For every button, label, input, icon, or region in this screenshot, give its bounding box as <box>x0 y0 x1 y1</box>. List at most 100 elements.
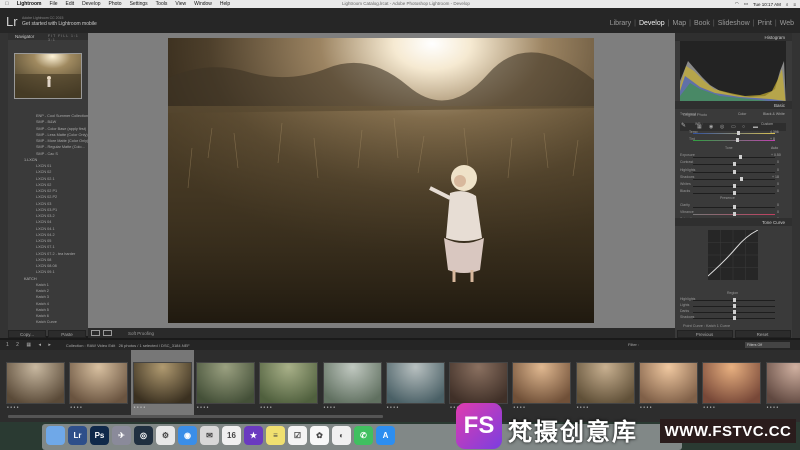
module-print[interactable]: Print <box>754 20 774 27</box>
module-map[interactable]: Map <box>669 20 689 27</box>
module-library[interactable]: Library <box>607 20 634 27</box>
tint-knob[interactable] <box>736 138 739 142</box>
filmstrip-cell[interactable]: ● ● ● ● <box>574 350 637 417</box>
menu-settings[interactable]: Settings <box>130 1 148 7</box>
filmstrip-thumbnail[interactable] <box>132 362 192 404</box>
filmstrip-cell[interactable]: ● ● ● ● <box>384 350 447 417</box>
navigator-header[interactable]: Navigator FIT FILL 1:1 3:1 <box>8 33 88 42</box>
filmstrip-cell[interactable]: ● ● ● ● <box>510 350 573 417</box>
module-book[interactable]: Book <box>691 20 713 27</box>
menu-file[interactable]: File <box>49 1 57 7</box>
vibrance-knob[interactable] <box>733 212 736 216</box>
darks-region-slider[interactable] <box>693 310 775 314</box>
tint-slider[interactable] <box>693 138 775 142</box>
contrast-value[interactable]: 0 <box>777 160 779 164</box>
filmstrip-thumbnail[interactable] <box>259 362 319 404</box>
exposure-slider[interactable] <box>693 155 775 159</box>
filmstrip-scrollbar[interactable] <box>8 415 383 418</box>
paste-button[interactable]: Paste <box>48 330 86 338</box>
filmstrip-thumbnail[interactable] <box>639 362 698 404</box>
loupe-view-icon[interactable] <box>91 330 100 336</box>
whites-slider[interactable] <box>693 184 775 188</box>
adjustment-brush-icon[interactable]: ▬ <box>753 124 758 130</box>
filmstrip-cell-selected[interactable]: ● ● ● ● <box>130 350 194 417</box>
menu-photo[interactable]: Photo <box>109 1 122 7</box>
filmstrip-cell[interactable]: ● ● ● ● <box>4 350 67 417</box>
treatment-color[interactable]: Color <box>738 112 746 116</box>
tone-curve-header[interactable]: Tone Curve <box>675 218 792 226</box>
clock[interactable]: Tue 10:17 AM <box>753 2 781 7</box>
menu-view[interactable]: View <box>175 1 186 7</box>
apple-icon[interactable]:  <box>5 1 9 7</box>
menu-develop[interactable]: Develop <box>82 1 100 7</box>
contrast-slider[interactable] <box>693 162 775 166</box>
lightroom-icon[interactable]: Lr <box>68 426 87 445</box>
battery-icon[interactable]: ▭ <box>744 1 748 7</box>
highlights-value[interactable]: 0 <box>777 168 779 172</box>
left-panel-edge[interactable] <box>0 33 8 338</box>
finder-icon[interactable] <box>46 426 65 445</box>
messages-icon[interactable]: ✆ <box>354 426 373 445</box>
shadows-knob[interactable] <box>740 177 743 181</box>
filmstrip-cell[interactable]: ● ● ● ● <box>321 350 384 417</box>
steam-icon[interactable]: ◎ <box>134 426 153 445</box>
blacks-slider[interactable] <box>693 191 775 195</box>
photos-icon[interactable]: ✿ <box>310 426 329 445</box>
filmstrip-thumbnail[interactable] <box>195 362 255 404</box>
shadows-slider[interactable] <box>693 177 775 181</box>
module-slideshow[interactable]: Slideshow <box>715 20 753 27</box>
filmstrip-thumbnail[interactable] <box>765 362 800 404</box>
filter-dropdown[interactable]: Filters Off <box>745 342 790 348</box>
calendar-icon[interactable]: 16 <box>222 426 241 445</box>
filmstrip-cell[interactable]: ● ● ● ● <box>764 350 800 417</box>
filmstrip-thumbnail[interactable] <box>6 362 65 404</box>
module-develop[interactable]: Develop <box>636 20 668 27</box>
filmstrip-source[interactable]: Collection : RAW Video Edit 26 photos / … <box>66 343 190 348</box>
highlights-region-knob[interactable] <box>733 298 736 302</box>
chrome-icon[interactable]: ◐ <box>332 426 351 445</box>
app-icon[interactable]: ⚙ <box>156 426 175 445</box>
photoshop-icon[interactable]: Ps <box>90 426 109 445</box>
soft-proofing-checkbox[interactable]: Soft Proofing <box>128 331 154 336</box>
contrast-knob[interactable] <box>733 162 736 166</box>
highlights-slider[interactable] <box>693 170 775 174</box>
filmstrip-thumbnail[interactable] <box>449 362 509 404</box>
reminders-icon[interactable]: ☑ <box>288 426 307 445</box>
navigator-zoom-options[interactable]: FIT FILL 1:1 3:1 <box>48 34 88 42</box>
histogram-header[interactable]: Histogram <box>675 33 792 41</box>
main-photo[interactable] <box>168 38 594 323</box>
point-curve-select[interactable]: Point Curve : Katch 1 Curve <box>683 324 730 328</box>
menu-list-icon[interactable]: ≡ <box>793 2 796 7</box>
temp-knob[interactable] <box>737 131 740 135</box>
whites-value[interactable]: 0 <box>777 182 779 186</box>
lights-region-slider[interactable] <box>693 304 775 308</box>
app-store-icon[interactable]: A <box>376 426 395 445</box>
lights-region-knob[interactable] <box>733 304 736 308</box>
darks-region-knob[interactable] <box>733 310 736 314</box>
filmstrip-nav-icons[interactable]: 1 2 ▦ ◂ ▸ <box>6 342 54 348</box>
blacks-knob[interactable] <box>733 191 736 195</box>
filmstrip-thumbnail[interactable] <box>512 362 572 404</box>
right-panel-scrollbar[interactable] <box>792 33 800 338</box>
wb-eyedropper-icon[interactable]: ✎ <box>681 122 686 129</box>
wb-value[interactable]: Custom <box>761 122 773 126</box>
identity-plate-mobile[interactable]: Get started with Lightroom mobile <box>22 21 97 27</box>
clarity-knob[interactable] <box>733 205 736 209</box>
preset-item[interactable]: Katch Curve <box>8 319 88 325</box>
filmstrip-thumbnail[interactable] <box>702 362 762 404</box>
shadows-region-slider[interactable] <box>693 316 775 320</box>
whites-knob[interactable] <box>733 184 736 188</box>
safari-icon[interactable]: ◉ <box>178 426 197 445</box>
filmstrip-thumbnail[interactable] <box>575 362 635 404</box>
menu-edit[interactable]: Edit <box>66 1 75 7</box>
spot-removal-icon[interactable]: ◉ <box>709 124 713 130</box>
tone-auto-button[interactable]: Auto <box>771 146 778 150</box>
notes-icon[interactable]: ≡ <box>266 426 285 445</box>
highlights-region-slider[interactable] <box>693 298 775 302</box>
menu-help[interactable]: Help <box>220 1 230 7</box>
filmstrip-cell[interactable]: ● ● ● ● <box>257 350 320 417</box>
previous-button[interactable]: Previous <box>676 330 733 338</box>
red-eye-icon[interactable]: ◎ <box>720 124 724 130</box>
highlights-knob[interactable] <box>733 170 736 174</box>
filmstrip-cell[interactable]: ● ● ● ● <box>700 350 763 417</box>
